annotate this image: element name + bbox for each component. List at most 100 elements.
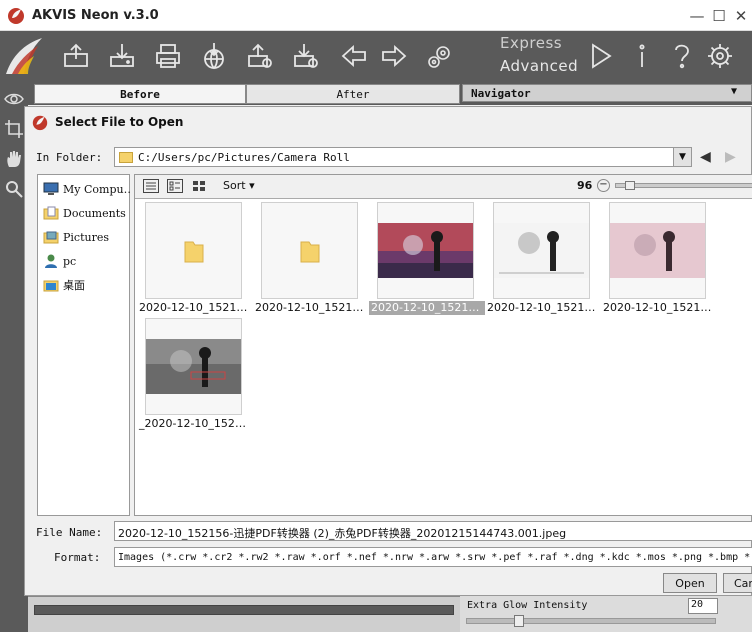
mode-advanced[interactable]: Advanced [500, 57, 578, 75]
thumbnail [377, 202, 474, 299]
file-browser-toolbar: Sort ▾ 96 − [135, 175, 752, 199]
folder-path-combo[interactable]: C:/Users/pc/Pictures/Camera Roll ▼ [114, 147, 692, 167]
zoom-out-icon[interactable]: − [597, 179, 610, 192]
chevron-down-icon[interactable]: ▼ [673, 148, 691, 166]
folder-icon [184, 241, 203, 262]
folder-path-text: C:/Users/pc/Pictures/Camera Roll [138, 150, 350, 164]
folder-tree[interactable]: My Compu… Documents Pictures pc 桌面 [37, 174, 131, 516]
chevron-down-icon: ▾ [249, 179, 255, 192]
file-item[interactable]: 2020-12-10_15215… [601, 202, 717, 317]
file-caption: 2020-12-10_15215… [255, 301, 369, 314]
tab-before[interactable]: Before [34, 84, 246, 104]
image-scrollbar[interactable] [34, 605, 454, 615]
preferences-icon[interactable] [704, 40, 736, 72]
run-icon[interactable] [584, 40, 616, 72]
thumbnail [261, 202, 358, 299]
tree-item-desktop[interactable]: 桌面 [43, 275, 131, 295]
tree-item-documents[interactable]: Documents [43, 203, 131, 223]
maximize-button[interactable]: ☐ [708, 0, 730, 31]
thumbnail [145, 318, 242, 415]
user-icon [45, 254, 57, 268]
navigator-title: Navigator [471, 86, 531, 100]
format-select[interactable]: Images (*.crw *.cr2 *.rw2 *.raw *.orf *.… [114, 547, 752, 567]
save-icon[interactable] [106, 40, 138, 72]
thumbnail [145, 202, 242, 299]
tree-item-my-computer[interactable]: My Compu… [43, 179, 131, 199]
tab-after[interactable]: After [246, 84, 460, 104]
dialog-titlebar: Select File to Open [25, 107, 752, 137]
print-icon[interactable] [152, 40, 184, 72]
computer-icon [43, 182, 59, 195]
image-thumbnail-color [378, 223, 473, 278]
back-arrow-icon[interactable]: ◀ [700, 149, 711, 165]
file-item-selected[interactable]: 2020-12-10_15215… [369, 202, 485, 317]
open-icon[interactable] [60, 40, 92, 72]
file-browser[interactable]: Sort ▾ 96 − 2020-12-10_15215… 2020-12-10… [134, 174, 752, 516]
app-logo-icon [8, 8, 24, 24]
undo-arrow-icon[interactable] [338, 40, 370, 72]
close-button[interactable]: ✕ [730, 0, 752, 31]
eye-preview-icon[interactable] [4, 89, 24, 109]
glow-intensity-slider[interactable] [466, 618, 716, 624]
desktop-folder-icon [43, 280, 59, 292]
file-caption: 2020-12-10_15215… [487, 301, 601, 314]
chevron-down-icon[interactable]: ▼ [731, 86, 737, 97]
forward-arrow-icon[interactable]: ▶ [725, 149, 736, 165]
akvis-logo-icon [6, 38, 42, 74]
mode-express[interactable]: Express [500, 34, 562, 52]
folder-icon [119, 151, 133, 163]
file-caption: 2020-12-10_15215… [603, 301, 717, 314]
glow-intensity-value[interactable]: 20 [688, 598, 718, 614]
redo-arrow-icon[interactable] [378, 40, 410, 72]
window-title: AKVIS Neon v.3.0 [32, 7, 159, 23]
batch-settings-icon[interactable] [424, 40, 456, 72]
help-icon[interactable] [666, 40, 698, 72]
dialog-title: Select File to Open [55, 115, 184, 129]
share-icon[interactable] [198, 40, 230, 72]
glow-intensity-label: Extra Glow Intensity [467, 600, 588, 611]
tree-item-pc[interactable]: pc [43, 251, 131, 271]
export-preset-icon[interactable] [290, 40, 322, 72]
documents-folder-icon [43, 206, 59, 220]
minimize-button[interactable]: — [686, 0, 708, 31]
main-toolbar: Express Advanced [0, 31, 752, 81]
app-logo-icon [32, 115, 48, 131]
file-caption: 2020-12-10_15215… [369, 301, 485, 315]
thumbnail [493, 202, 590, 299]
file-item[interactable]: 2020-12-10_15215… [485, 202, 601, 317]
file-name-input[interactable]: 2020-12-10_152156-迅捷PDF转换器 (2)_赤兔PDF转换器_… [114, 521, 752, 541]
open-file-dialog: Select File to Open In Folder: C:/Users/… [24, 106, 752, 596]
thumbnail-view-icon[interactable] [191, 179, 207, 193]
thumbnail-size-value: 96 [577, 179, 593, 192]
import-preset-icon[interactable] [244, 40, 276, 72]
folder-icon [300, 241, 319, 262]
format-label: Format: [54, 551, 101, 564]
zoom-icon[interactable] [4, 179, 24, 199]
file-name-label: File Name: [36, 526, 103, 539]
list-view-icon[interactable] [143, 179, 159, 193]
window-titlebar: AKVIS Neon v.3.0 — ☐ ✕ [0, 0, 752, 31]
cancel-button[interactable]: Cancel [723, 573, 752, 593]
thumbnail-size-thumb[interactable] [625, 181, 635, 190]
hand-icon[interactable] [4, 149, 24, 169]
file-caption: 2020-12-10_15215… [139, 301, 253, 314]
image-thumbnail-pink [610, 223, 705, 278]
file-caption: _2020-12-10_1521… [139, 417, 253, 430]
image-thumbnail-gray [146, 339, 241, 394]
thumbnail-size-slider[interactable] [615, 183, 752, 188]
file-item[interactable]: 2020-12-10_15215… [253, 202, 369, 317]
file-item[interactable]: _2020-12-10_1521… [137, 318, 253, 433]
image-thumbnail-bw [494, 223, 589, 278]
file-item[interactable]: 2020-12-10_15215… [137, 202, 253, 317]
tree-item-pictures[interactable]: Pictures [43, 227, 131, 247]
sort-dropdown[interactable]: Sort ▾ [223, 179, 255, 192]
thumbnail [609, 202, 706, 299]
info-icon[interactable] [626, 40, 658, 72]
crop-icon[interactable] [4, 119, 24, 139]
open-button[interactable]: Open [663, 573, 717, 593]
pictures-folder-icon [43, 231, 59, 244]
glow-intensity-thumb[interactable] [514, 615, 524, 627]
detail-view-icon[interactable] [167, 179, 183, 193]
navigator-header[interactable]: Navigator ▼ [462, 84, 752, 102]
in-folder-label: In Folder: [36, 151, 103, 164]
